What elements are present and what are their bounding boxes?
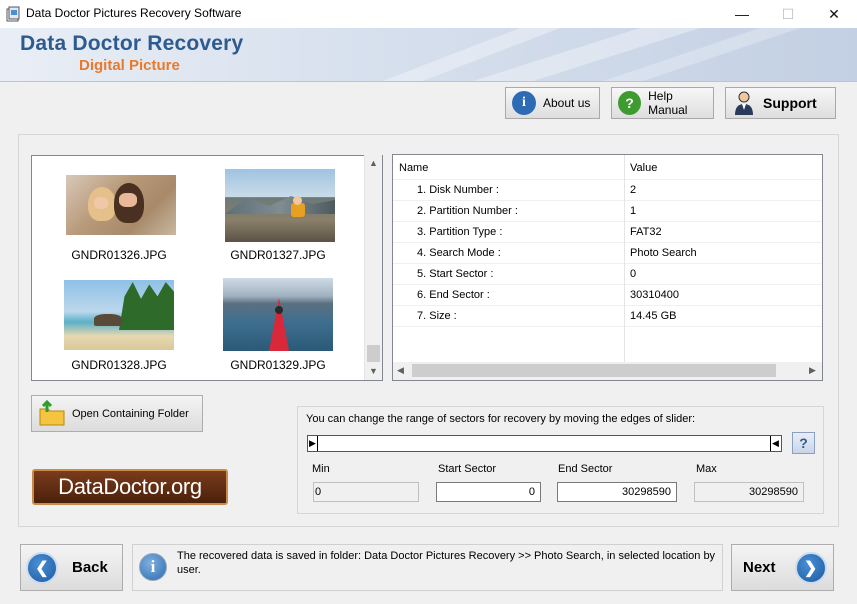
- min-label: Min: [312, 463, 330, 475]
- next-label: Next: [743, 559, 776, 576]
- help-manual-label: Help Manual: [648, 89, 688, 117]
- partition-info-table: Name Value 1. Disk Number : 2 2. Partiti…: [392, 154, 823, 381]
- support-person-icon: [735, 91, 753, 115]
- support-button[interactable]: Support: [725, 87, 836, 119]
- save-location-message: The recovered data is saved in folder: D…: [177, 550, 716, 576]
- datadoctor-logo: DataDoctor.org: [32, 469, 228, 505]
- column-header-name: Name: [399, 162, 429, 174]
- end-sector-label: End Sector: [558, 463, 613, 475]
- thumbnail-name: GNDR01329.JPG: [230, 358, 326, 372]
- thumbnail-image[interactable]: [64, 280, 174, 350]
- slider-help-button[interactable]: ?: [792, 432, 815, 454]
- max-sector-field: 30298590: [694, 482, 804, 502]
- start-sector-input[interactable]: 0: [436, 482, 541, 502]
- thumbnail-image[interactable]: [66, 175, 176, 235]
- scroll-down-arrow-icon[interactable]: ▼: [369, 366, 378, 376]
- row-value: 1: [630, 205, 637, 217]
- close-button[interactable]: ✕: [811, 0, 857, 28]
- table-row: 4. Search Mode : Photo Search: [393, 243, 822, 264]
- arrow-left-icon: ❮: [26, 551, 58, 584]
- slider-right-handle[interactable]: ◀: [770, 436, 780, 451]
- row-name: 7. Size :: [417, 310, 457, 322]
- thumbnail-name: GNDR01328.JPG: [71, 358, 167, 372]
- row-value: 2: [630, 184, 637, 196]
- table-row: 3. Partition Type : FAT32: [393, 222, 822, 243]
- maximize-button[interactable]: ☐: [765, 0, 811, 28]
- thumbnail-viewer[interactable]: GNDR01326.JPG GNDR01327.JPG GNDR01328.JP…: [31, 155, 383, 381]
- scroll-up-arrow-icon[interactable]: ▲: [369, 158, 378, 168]
- thumbnail-name: GNDR01327.JPG: [230, 248, 326, 262]
- header-banner: Data Doctor Recovery Digital Picture: [0, 28, 857, 82]
- row-name: 2. Partition Number :: [417, 205, 518, 217]
- thumbnail-scrollbar[interactable]: ▲ ▼: [364, 155, 382, 380]
- column-header-value: Value: [630, 162, 658, 174]
- thumbnail-name: GNDR01326.JPG: [71, 248, 167, 262]
- row-name: 4. Search Mode :: [417, 247, 501, 259]
- table-row: 7. Size : 14.45 GB: [393, 306, 822, 327]
- brand-title: Data Doctor Recovery: [20, 32, 244, 55]
- help-icon: ?: [618, 91, 642, 115]
- open-folder-label: Open Containing Folder: [72, 407, 189, 420]
- minimize-button[interactable]: —: [719, 0, 765, 28]
- slider-caption: You can change the range of sectors for …: [306, 413, 696, 425]
- about-us-button[interactable]: i About us: [505, 87, 600, 119]
- row-value: Photo Search: [630, 247, 697, 259]
- row-value: 0: [630, 268, 637, 280]
- app-icon: [6, 6, 20, 22]
- scroll-right-arrow-icon[interactable]: ▶: [809, 365, 816, 376]
- sector-range-slider[interactable]: [307, 435, 782, 452]
- column-divider: [624, 155, 625, 362]
- max-label: Max: [696, 463, 717, 475]
- row-name: 1. Disk Number :: [417, 184, 499, 196]
- support-label: Support: [763, 95, 817, 111]
- table-row: 2. Partition Number : 1: [393, 201, 822, 222]
- table-header: Name Value: [393, 158, 822, 180]
- row-value: 14.45 GB: [630, 310, 677, 322]
- scroll-thumb[interactable]: [367, 345, 380, 362]
- start-sector-label: Start Sector: [438, 463, 497, 475]
- brand-subtitle: Digital Picture: [79, 57, 180, 74]
- min-sector-field: 0: [313, 482, 419, 502]
- scroll-thumb[interactable]: [412, 364, 776, 377]
- row-name: 6. End Sector :: [417, 289, 490, 301]
- window-title: Data Doctor Pictures Recovery Software: [26, 6, 242, 20]
- table-row: 5. Start Sector : 0: [393, 264, 822, 285]
- help-manual-button[interactable]: ? Help Manual: [611, 87, 714, 119]
- folder-icon: [39, 399, 65, 425]
- info-icon: i: [512, 91, 536, 115]
- back-label: Back: [72, 559, 108, 576]
- open-containing-folder-button[interactable]: Open Containing Folder: [31, 395, 203, 432]
- scroll-left-arrow-icon[interactable]: ◀: [397, 365, 404, 376]
- thumbnail-image[interactable]: [223, 278, 333, 351]
- back-button[interactable]: ❮ Back: [20, 544, 123, 591]
- info-icon: i: [139, 553, 167, 581]
- about-us-label: About us: [543, 96, 591, 110]
- table-row: 1. Disk Number : 2: [393, 180, 822, 201]
- thumbnail-image[interactable]: [225, 169, 335, 242]
- row-name: 5. Start Sector :: [417, 268, 494, 280]
- slider-left-handle[interactable]: ▶: [308, 436, 318, 451]
- table-row: 6. End Sector : 30310400: [393, 285, 822, 306]
- end-sector-input[interactable]: 30298590: [557, 482, 677, 502]
- row-value: FAT32: [630, 226, 662, 238]
- row-value: 30310400: [630, 289, 679, 301]
- row-name: 3. Partition Type :: [417, 226, 503, 238]
- next-button[interactable]: Next ❯: [731, 544, 834, 591]
- arrow-right-icon: ❯: [794, 551, 827, 584]
